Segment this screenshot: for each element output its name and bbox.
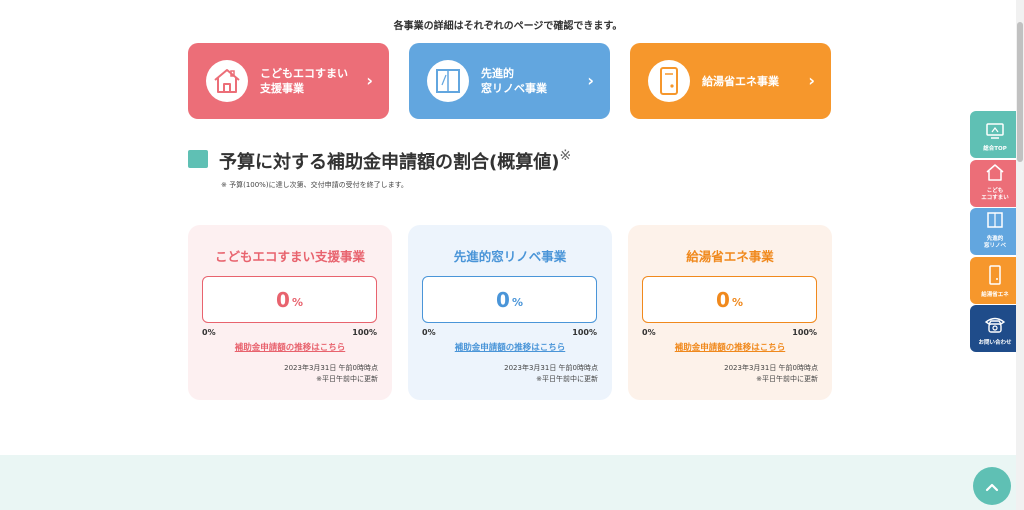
update-note: ※平日午前中に更新 [316, 375, 378, 383]
nav-button-label: こどもエコすまい 支援事業 [260, 67, 348, 95]
nav-button-label: 先進的 窓リノベ事業 [481, 67, 547, 95]
section-title: 予算に対する補助金申請額の割合(概算値)※ [219, 148, 572, 173]
side-nav-label: 総合TOP [983, 146, 1007, 152]
as-of-info: 2023年3月31日 午前0時時点 ※平日午前中に更新 [724, 363, 818, 385]
update-note: ※平日午前中に更新 [536, 375, 598, 383]
chevron-right-icon: › [808, 71, 815, 90]
scale-max-label: 100% [792, 328, 817, 337]
scale-max-label: 100% [572, 328, 597, 337]
section-marker [188, 150, 208, 168]
nav-button-label: 給湯省エネ事業 [702, 74, 779, 88]
nav-button-kodomo-eco[interactable]: こどもエコすまい 支援事業 › [188, 43, 389, 119]
chevron-right-icon: › [587, 71, 594, 90]
as-of-date: 2023年3月31日 午前0時時点 [504, 364, 598, 372]
trend-link[interactable]: 補助金申請額の推移はこちら [628, 341, 832, 353]
ratio-unit: % [511, 296, 523, 309]
side-nav-window-renov[interactable]: 先進的 窓リノベ [970, 208, 1020, 255]
scale-min-label: 0% [202, 328, 216, 337]
water-heater-icon [648, 60, 690, 102]
as-of-info: 2023年3月31日 午前0時時点 ※平日午前中に更新 [504, 363, 598, 385]
side-nav-label: こども エコすまい [981, 188, 1009, 201]
ratio-meter: 0% [642, 276, 817, 323]
title-note-mark: ※ [559, 148, 572, 164]
side-nav-contact[interactable]: お問い合わせ [970, 305, 1020, 352]
ratio-value: 0 [496, 287, 510, 312]
ratio-unit: % [731, 296, 743, 309]
update-note: ※平日午前中に更新 [756, 375, 818, 383]
side-nav-label: 給湯省エネ [981, 292, 1009, 298]
as-of-date: 2023年3月31日 午前0時時点 [284, 364, 378, 372]
window-icon [427, 60, 469, 102]
trend-link[interactable]: 補助金申請額の推移はこちら [408, 341, 612, 353]
ratio-value: 0 [276, 287, 290, 312]
card-title: こどもエコすまい支援事業 [214, 249, 365, 264]
chevron-up-icon [985, 477, 999, 496]
window-icon [986, 211, 1004, 233]
phone-icon [984, 315, 1006, 337]
back-to-top-button[interactable] [973, 467, 1011, 505]
footer-band [0, 455, 1016, 510]
nav-button-water-heater[interactable]: 給湯省エネ事業 › [630, 43, 831, 119]
scale-min-label: 0% [642, 328, 656, 337]
section-note: ※ 予算(100%)に達し次第、交付申請の受付を終了します。 [221, 181, 408, 189]
ratio-value: 0 [716, 287, 730, 312]
ratio-unit: % [291, 296, 303, 309]
as-of-date: 2023年3月31日 午前0時時点 [724, 364, 818, 372]
ratio-card-water-heater: 給湯省エネ事業 0% 0% 100% 補助金申請額の推移はこちら 2023年3月… [628, 225, 832, 400]
ratio-meter: 0% [202, 276, 377, 323]
side-nav-water-heater[interactable]: 給湯省エネ [970, 257, 1020, 304]
as-of-info: 2023年3月31日 午前0時時点 ※平日午前中に更新 [284, 363, 378, 385]
nav-button-window-renov[interactable]: 先進的 窓リノベ事業 › [409, 43, 610, 119]
house-icon [985, 163, 1005, 185]
water-heater-icon [988, 265, 1002, 289]
trend-link[interactable]: 補助金申請額の推移はこちら [188, 341, 392, 353]
chevron-right-icon: › [366, 71, 373, 90]
house-icon [206, 60, 248, 102]
side-nav-kodomo-eco[interactable]: こども エコすまい [970, 160, 1020, 207]
scrollbar[interactable] [1016, 0, 1024, 510]
scale-max-label: 100% [352, 328, 377, 337]
intro-text: 各事業の詳細はそれぞれのページで確認できます。 [393, 21, 623, 32]
monitor-icon [985, 123, 1005, 143]
card-title: 先進的窓リノベ事業 [453, 249, 567, 264]
scrollbar-thumb[interactable] [1017, 22, 1023, 162]
side-nav-label: 先進的 窓リノベ [983, 236, 1006, 249]
card-title: 給湯省エネ事業 [686, 249, 774, 264]
ratio-card-kodomo-eco: こどもエコすまい支援事業 0% 0% 100% 補助金申請額の推移はこちら 20… [188, 225, 392, 400]
ratio-card-window-renov: 先進的窓リノベ事業 0% 0% 100% 補助金申請額の推移はこちら 2023年… [408, 225, 612, 400]
side-nav-top[interactable]: 総合TOP [970, 111, 1020, 158]
scale-min-label: 0% [422, 328, 436, 337]
ratio-meter: 0% [422, 276, 597, 323]
side-nav-label: お問い合わせ [978, 340, 1012, 346]
